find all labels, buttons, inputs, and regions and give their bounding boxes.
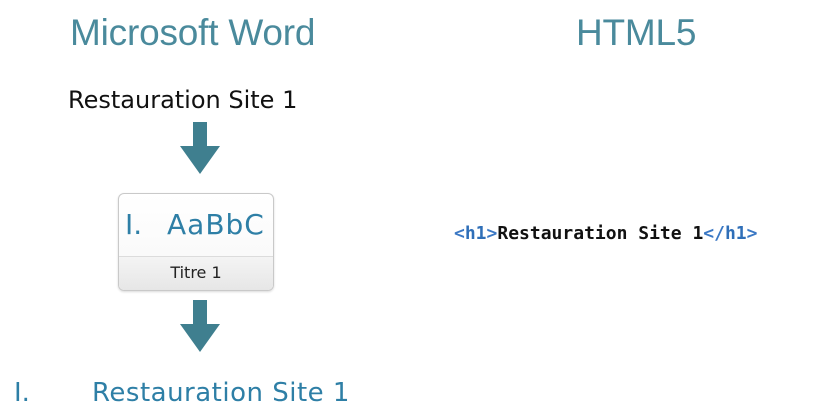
code-open-tag: h1 [464, 223, 487, 244]
html-code-line: <h1>Restauration Site 1</h1> [454, 223, 758, 244]
code-close-tag: h1 [724, 223, 747, 244]
arrow-down-icon [180, 300, 220, 352]
result-heading-text: Restauration Site 1 [92, 378, 350, 408]
code-content: Restauration Site 1 [497, 223, 704, 244]
heading-style-gallery-item[interactable]: I. AaBbC Titre 1 [118, 193, 274, 291]
html-column-title: HTML5 [576, 12, 697, 53]
code-close-lt: </ [703, 223, 725, 244]
style-preview-number: I. [125, 208, 143, 241]
style-preview-sample: AaBbC [167, 208, 265, 241]
source-text: Restauration Site 1 [68, 86, 298, 114]
code-close-gt: > [746, 223, 758, 244]
code-open-lt: < [454, 223, 465, 244]
result-heading-number: I. [14, 378, 30, 408]
word-column-title: Microsoft Word [70, 12, 316, 53]
style-preview: I. AaBbC [119, 194, 273, 256]
arrow-down-icon [180, 122, 220, 174]
style-name-label: Titre 1 [119, 256, 273, 290]
code-open-gt: > [486, 223, 498, 244]
